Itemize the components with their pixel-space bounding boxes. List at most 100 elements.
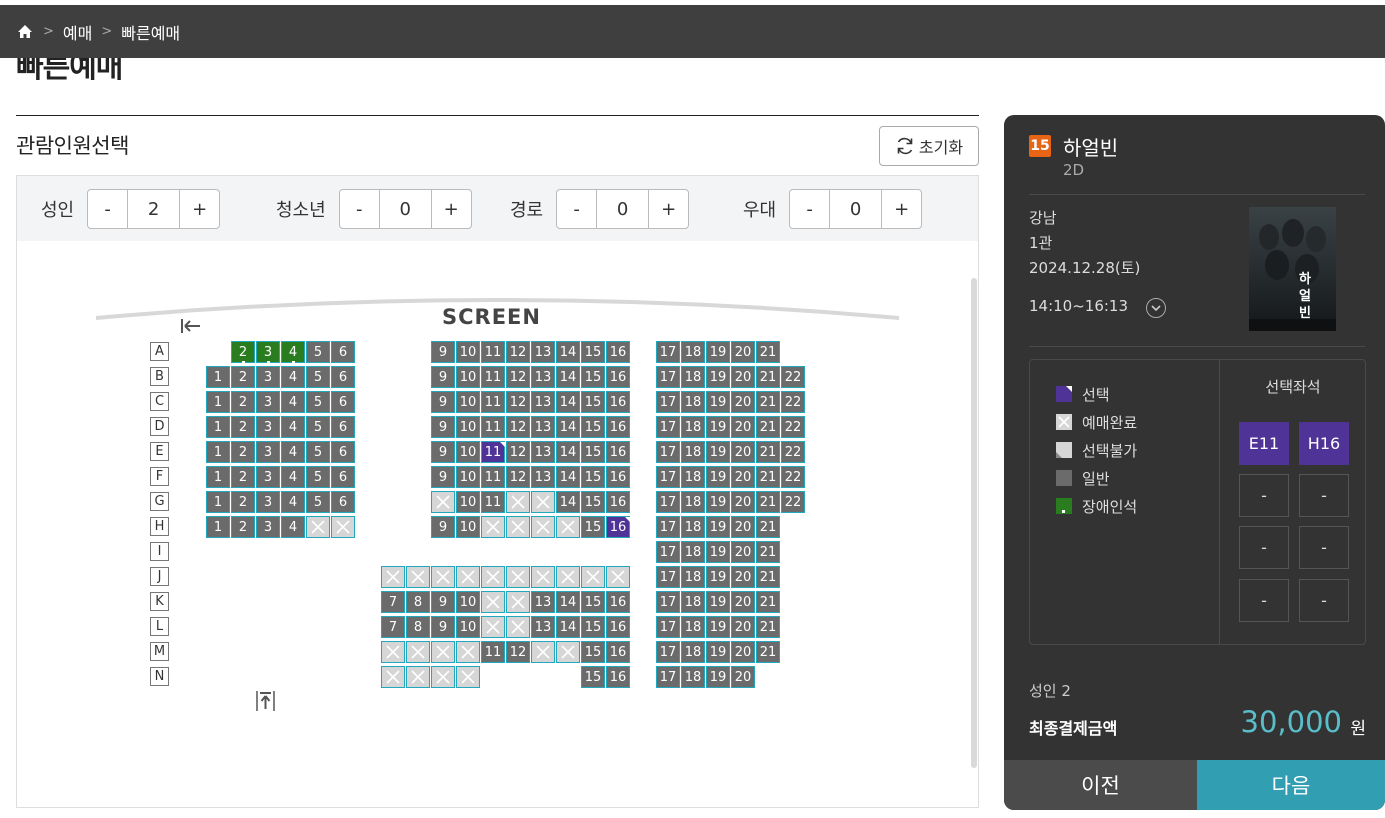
seat[interactable]: 15 bbox=[581, 441, 605, 463]
seat[interactable]: 4 bbox=[281, 466, 305, 488]
seat[interactable]: 20 bbox=[731, 541, 755, 563]
next-button[interactable]: 다음 bbox=[1197, 760, 1385, 810]
seat[interactable]: 5 bbox=[306, 366, 330, 388]
chevron-down-icon[interactable] bbox=[1146, 298, 1166, 318]
adult-minus-button[interactable]: - bbox=[88, 190, 127, 228]
seat[interactable]: 18 bbox=[681, 341, 705, 363]
seat[interactable]: 15 bbox=[581, 391, 605, 413]
selected-seat-slot[interactable]: H16 bbox=[1299, 422, 1349, 465]
youth-plus-button[interactable]: + bbox=[432, 190, 471, 228]
seat[interactable]: 18 bbox=[681, 416, 705, 438]
seat[interactable]: 11 bbox=[481, 416, 505, 438]
youth-minus-button[interactable]: - bbox=[340, 190, 379, 228]
seat[interactable]: 12 bbox=[506, 641, 530, 663]
seat[interactable]: 13 bbox=[531, 466, 555, 488]
seat[interactable]: 11 bbox=[481, 466, 505, 488]
seat[interactable]: 1 bbox=[206, 416, 230, 438]
seat[interactable]: 19 bbox=[706, 541, 730, 563]
seat[interactable]: 19 bbox=[706, 416, 730, 438]
seat[interactable]: 14 bbox=[556, 466, 580, 488]
seat[interactable]: 2 bbox=[231, 416, 255, 438]
seat[interactable]: 18 bbox=[681, 516, 705, 538]
home-icon[interactable] bbox=[16, 23, 34, 41]
seat[interactable]: 13 bbox=[531, 366, 555, 388]
seat[interactable]: 9 bbox=[431, 616, 455, 638]
seat[interactable]: 15 bbox=[581, 641, 605, 663]
seat[interactable]: 17 bbox=[656, 516, 680, 538]
seat[interactable]: 5 bbox=[306, 391, 330, 413]
seat[interactable]: 4 bbox=[281, 491, 305, 513]
seat[interactable]: 19 bbox=[706, 591, 730, 613]
seat[interactable]: 6 bbox=[331, 441, 355, 463]
seat[interactable]: 15 bbox=[581, 466, 605, 488]
seat[interactable]: 13 bbox=[531, 416, 555, 438]
seat[interactable]: 22 bbox=[781, 466, 805, 488]
seat[interactable]: 21 bbox=[756, 416, 780, 438]
seat[interactable]: 22 bbox=[781, 416, 805, 438]
seat[interactable]: 18 bbox=[681, 591, 705, 613]
seat[interactable]: 17 bbox=[656, 366, 680, 388]
seat[interactable]: 17 bbox=[656, 641, 680, 663]
seat[interactable]: 4 bbox=[281, 391, 305, 413]
seat[interactable]: 2 bbox=[231, 466, 255, 488]
seat[interactable]: 1 bbox=[206, 491, 230, 513]
selected-seat-slot[interactable]: E11 bbox=[1239, 422, 1289, 465]
seat[interactable]: 18 bbox=[681, 441, 705, 463]
seat[interactable]: 11 bbox=[481, 441, 506, 463]
reset-button[interactable]: 초기화 bbox=[879, 126, 979, 166]
seat[interactable]: 10 bbox=[456, 466, 480, 488]
seat[interactable]: 6 bbox=[331, 391, 355, 413]
seat[interactable]: 17 bbox=[656, 566, 680, 588]
seat[interactable]: 17 bbox=[656, 541, 680, 563]
seat[interactable]: 20 bbox=[731, 566, 755, 588]
seat[interactable]: 21 bbox=[756, 616, 780, 638]
prev-button[interactable]: 이전 bbox=[1004, 760, 1197, 810]
seat[interactable]: 5 bbox=[306, 491, 330, 513]
seat[interactable]: 7 bbox=[381, 591, 405, 613]
seat[interactable]: 12 bbox=[506, 341, 530, 363]
seat[interactable]: 9 bbox=[431, 341, 455, 363]
seat[interactable]: 21 bbox=[756, 466, 780, 488]
seat[interactable]: 20 bbox=[731, 616, 755, 638]
seat[interactable]: 10 bbox=[456, 441, 480, 463]
seat[interactable]: 18 bbox=[681, 616, 705, 638]
seat[interactable]: 19 bbox=[706, 616, 730, 638]
seat[interactable]: 13 bbox=[531, 391, 555, 413]
seat[interactable]: 22 bbox=[781, 441, 805, 463]
seat[interactable]: 10 bbox=[456, 491, 480, 513]
seat[interactable]: 21 bbox=[756, 366, 780, 388]
seat[interactable]: 9 bbox=[431, 366, 455, 388]
seat[interactable]: 3 bbox=[256, 366, 280, 388]
seat[interactable]: 13 bbox=[531, 441, 555, 463]
seat[interactable]: 18 bbox=[681, 641, 705, 663]
seat[interactable]: 9 bbox=[431, 591, 455, 613]
seat[interactable]: 3 bbox=[256, 416, 280, 438]
seat[interactable]: 1 bbox=[206, 391, 230, 413]
seat[interactable]: 10 bbox=[456, 366, 480, 388]
seat[interactable]: 4 bbox=[281, 516, 305, 538]
seat[interactable]: 17 bbox=[656, 666, 680, 688]
seat[interactable]: 21 bbox=[756, 641, 780, 663]
seat[interactable]: 18 bbox=[681, 566, 705, 588]
seat[interactable]: 1 bbox=[206, 516, 230, 538]
breadcrumb-item-quick-booking[interactable]: 빠른예매 bbox=[121, 20, 180, 44]
seat[interactable]: 17 bbox=[656, 466, 680, 488]
seat[interactable]: 13 bbox=[531, 616, 555, 638]
seat[interactable]: 21 bbox=[756, 341, 780, 363]
seat[interactable]: 17 bbox=[656, 616, 680, 638]
seat[interactable]: 16 bbox=[606, 591, 630, 613]
seat[interactable]: 21 bbox=[756, 591, 780, 613]
seat[interactable]: 15 bbox=[581, 416, 605, 438]
seat[interactable]: 20 bbox=[731, 516, 755, 538]
seat[interactable]: 6 bbox=[331, 341, 355, 363]
seat[interactable]: 22 bbox=[781, 366, 805, 388]
seat[interactable]: 14 bbox=[556, 391, 580, 413]
seat[interactable]: 16 bbox=[606, 366, 630, 388]
seat[interactable]: 11 bbox=[481, 366, 505, 388]
seat[interactable]: 9 bbox=[431, 441, 455, 463]
seat[interactable]: 3 bbox=[256, 491, 280, 513]
seat[interactable]: 5 bbox=[306, 466, 330, 488]
seat[interactable]: 14 bbox=[556, 416, 580, 438]
seat[interactable]: 16 bbox=[606, 341, 630, 363]
seat[interactable]: 4 bbox=[281, 366, 305, 388]
